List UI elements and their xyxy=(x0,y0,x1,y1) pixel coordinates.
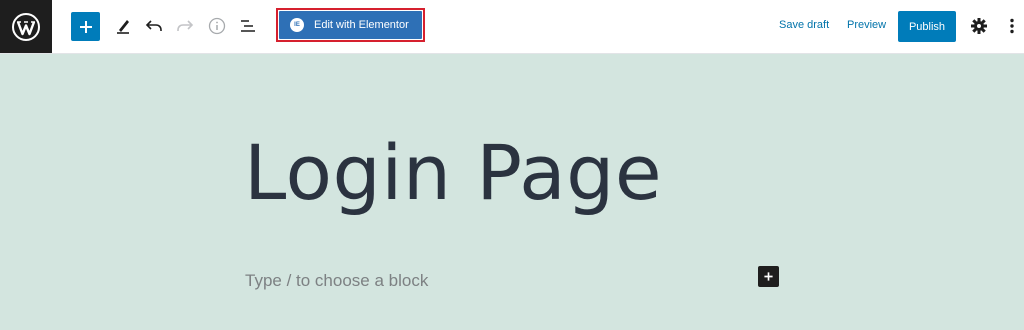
redo-button[interactable] xyxy=(171,12,199,40)
block-placeholder[interactable]: Type / to choose a block xyxy=(245,271,428,291)
edit-with-elementor-button[interactable]: IE Edit with Elementor xyxy=(279,11,422,39)
undo-icon xyxy=(145,20,162,31)
preview-button[interactable]: Preview xyxy=(847,19,886,31)
tools-button[interactable] xyxy=(109,12,137,40)
gear-icon xyxy=(971,18,987,34)
list-view-button[interactable] xyxy=(234,12,262,40)
details-button[interactable] xyxy=(203,12,231,40)
wordpress-icon xyxy=(12,12,40,41)
wordpress-logo-button[interactable] xyxy=(0,0,52,53)
pencil-icon xyxy=(117,20,129,34)
edit-with-elementor-label: Edit with Elementor xyxy=(314,19,409,31)
list-view-icon xyxy=(241,20,255,32)
add-block-button[interactable] xyxy=(71,12,100,41)
post-title[interactable]: Login Page xyxy=(244,128,662,218)
plus-icon xyxy=(764,272,773,281)
save-draft-button[interactable]: Save draft xyxy=(779,19,829,31)
plus-icon xyxy=(79,20,92,33)
undo-button[interactable] xyxy=(140,12,168,40)
redo-icon xyxy=(177,20,194,31)
more-options-button[interactable] xyxy=(998,12,1024,40)
editor-header: IE Edit with Elementor Save draft Previe… xyxy=(0,0,1024,54)
elementor-icon: IE xyxy=(290,18,304,32)
publish-button[interactable]: Publish xyxy=(898,11,956,42)
info-icon xyxy=(208,17,226,35)
settings-button[interactable] xyxy=(965,12,993,40)
vertical-ellipsis-icon xyxy=(1010,18,1014,34)
inline-add-block-button[interactable] xyxy=(758,266,779,287)
